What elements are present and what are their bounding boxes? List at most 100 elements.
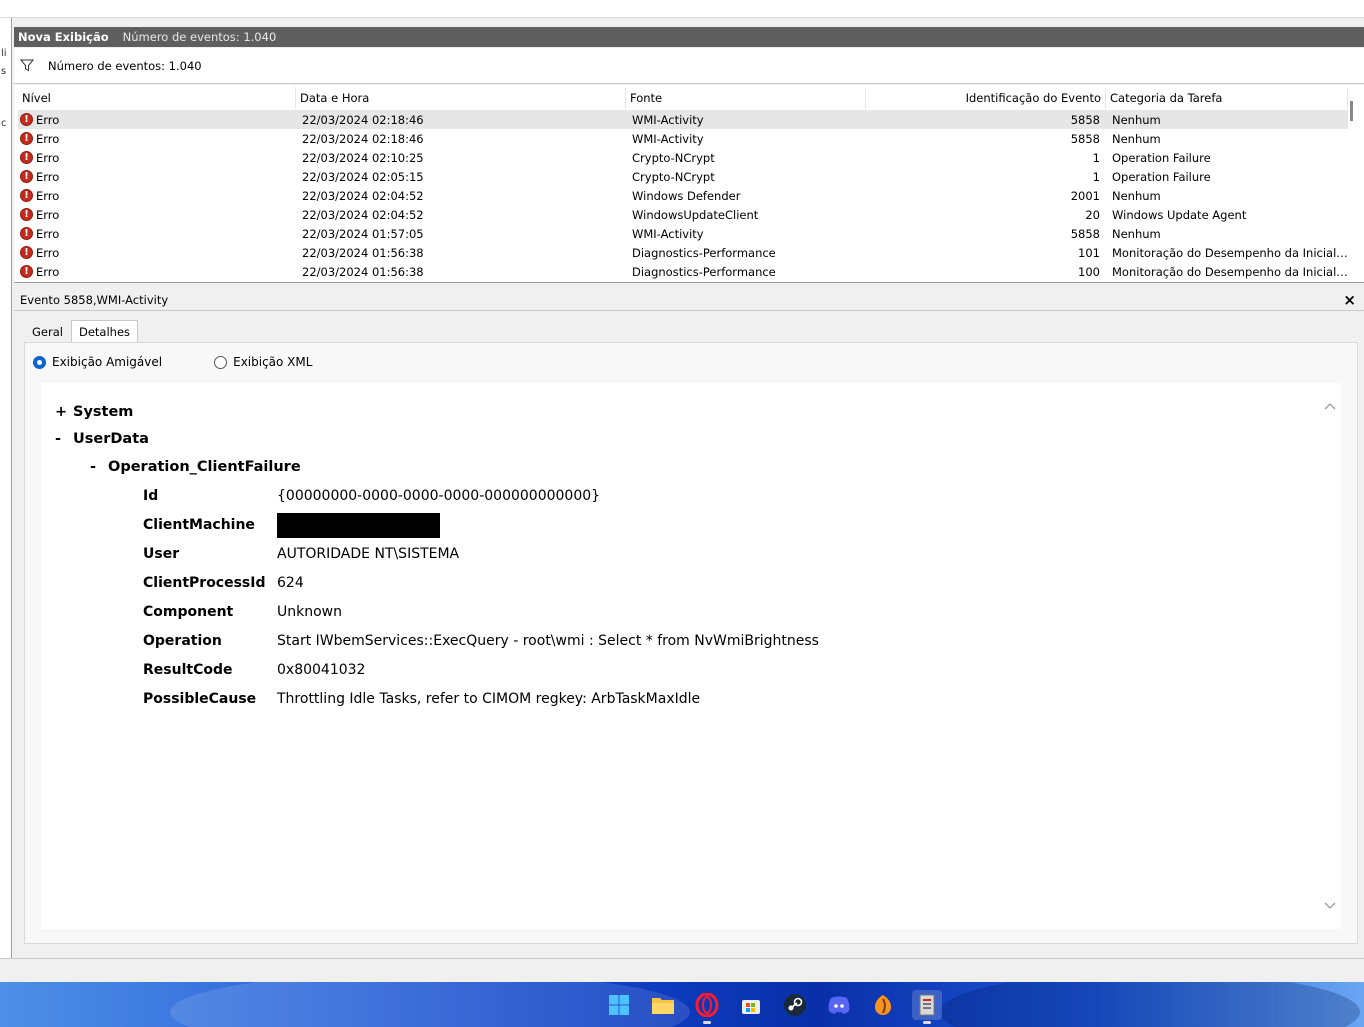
event-row[interactable]: ! Erro 22/03/2024 02:04:52 Windows Defender… xyxy=(18,186,1348,205)
top-strip xyxy=(0,0,1364,18)
event-source-text: WMI-Activity xyxy=(632,226,704,241)
tree-node-label: UserData xyxy=(73,431,149,447)
event-id: 20 xyxy=(866,208,1106,222)
event-source-text: Crypto-NCrypt xyxy=(632,150,715,165)
event-id-text: 5858 xyxy=(1070,112,1100,127)
event-category-text: Windows Update Agent xyxy=(1112,207,1247,222)
event-category: Windows Update Agent xyxy=(1106,208,1348,222)
details-panel: Exibição Amigável Exibição XML + System -… xyxy=(24,342,1358,944)
column-header-event-id[interactable]: Identificação do Evento xyxy=(866,87,1106,109)
event-source: Crypto-NCrypt xyxy=(626,151,866,165)
event-source: Diagnostics-Performance xyxy=(626,265,866,279)
event-datetime: 22/03/2024 02:04:52 xyxy=(296,189,626,203)
event-category: Nenhum xyxy=(1106,189,1348,203)
event-source: Crypto-NCrypt xyxy=(626,170,866,184)
scroll-up-icon[interactable] xyxy=(1323,401,1337,411)
event-row[interactable]: ! Erro 22/03/2024 02:18:46 WMI-Activity 5858… xyxy=(18,129,1348,148)
event-datetime: 22/03/2024 01:57:05 xyxy=(296,227,626,241)
view-title-bar: Nova Exibição Número de eventos: 1.040 xyxy=(14,27,1364,47)
event-source-text: Crypto-NCrypt xyxy=(632,169,715,184)
event-row[interactable]: ! Erro 22/03/2024 02:18:46 WMI-Activity 5858… xyxy=(18,110,1348,129)
event-datetime-text: 22/03/2024 02:18:46 xyxy=(302,131,424,146)
radio-selected-icon[interactable] xyxy=(33,355,46,369)
event-id: 5858 xyxy=(866,227,1106,241)
field-key: PossibleCause xyxy=(143,691,257,707)
event-row[interactable]: ! Erro 22/03/2024 02:10:25 Crypto-NCrypt 1 Op… xyxy=(18,148,1348,167)
event-category-text: Monitoração do Desempenho da Inicializ..… xyxy=(1112,264,1348,279)
radio-xml-view[interactable]: Exibição XML xyxy=(214,355,312,369)
field-key: User xyxy=(143,546,180,562)
event-viewer-icon[interactable] xyxy=(912,990,942,1024)
scrollbar-thumb[interactable] xyxy=(1350,101,1353,121)
event-id: 5858 xyxy=(866,132,1106,146)
event-row[interactable]: ! Erro 22/03/2024 01:56:38 Diagnostics-Perf… xyxy=(18,243,1348,262)
column-header-datetime[interactable]: Data e Hora xyxy=(296,87,626,109)
taskbar xyxy=(0,982,1364,1027)
event-category: Operation Failure xyxy=(1106,151,1348,165)
event-level-text: Erro xyxy=(36,131,60,146)
tree-node-userdata[interactable]: - UserData xyxy=(55,431,149,447)
event-category: Operation Failure xyxy=(1106,170,1348,184)
event-level: ! Erro xyxy=(18,227,296,241)
field-client-process-id: ClientProcessId 624 xyxy=(143,575,304,597)
event-datetime: 22/03/2024 02:04:52 xyxy=(296,208,626,222)
field-value-redacted xyxy=(277,513,440,539)
event-level-text: Erro xyxy=(36,207,60,222)
event-level: ! Erro xyxy=(18,132,296,146)
grid-rows: ! Erro 22/03/2024 02:18:46 WMI-Activity 5858… xyxy=(18,110,1348,281)
field-user: User AUTORIDADE NT\SISTEMA xyxy=(143,546,459,568)
event-level-text: Erro xyxy=(36,112,60,127)
grid-header: Nível Data e Hora Fonte Identificação do… xyxy=(18,87,1348,109)
grid-scrollbar[interactable] xyxy=(1346,87,1360,281)
left-edge-text: c xyxy=(1,118,7,129)
collapse-icon[interactable]: - xyxy=(55,431,73,447)
event-row[interactable]: ! Erro 22/03/2024 01:56:38 Diagnostics-Perf… xyxy=(18,262,1348,281)
field-value: {00000000-0000-0000-0000-000000000000} xyxy=(277,488,601,504)
event-datetime-text: 22/03/2024 02:04:52 xyxy=(302,188,424,203)
tree-node-operation-clientfailure[interactable]: - Operation_ClientFailure xyxy=(90,459,301,475)
fl-studio-icon[interactable] xyxy=(868,990,898,1020)
event-source: Diagnostics-Performance xyxy=(626,246,866,260)
radio-xml-label: Exibição XML xyxy=(233,355,313,369)
radio-friendly-view[interactable]: Exibição Amigável xyxy=(33,355,162,369)
event-row[interactable]: ! Erro 22/03/2024 02:05:15 Crypto-NCrypt 1 Op… xyxy=(18,167,1348,186)
scroll-down-icon[interactable] xyxy=(1323,901,1337,911)
event-id-text: 20 xyxy=(1085,207,1100,222)
event-level: ! Erro xyxy=(18,246,296,260)
discord-icon[interactable] xyxy=(824,990,854,1020)
event-id: 101 xyxy=(866,246,1106,260)
event-row[interactable]: ! Erro 22/03/2024 02:04:52 WindowsUpdateCli… xyxy=(18,205,1348,224)
event-count: Número de eventos: 1.040 xyxy=(122,30,277,44)
steam-icon[interactable] xyxy=(780,990,810,1020)
tab-geral[interactable]: Geral xyxy=(24,320,71,343)
detail-tabs: Geral Detalhes xyxy=(24,320,139,343)
event-source-text: Windows Defender xyxy=(632,188,741,203)
tab-detalhes[interactable]: Detalhes xyxy=(70,320,139,343)
event-level: ! Erro xyxy=(18,189,296,203)
filter-icon[interactable] xyxy=(20,59,34,72)
event-id-text: 1 xyxy=(1092,150,1100,165)
tree-node-system[interactable]: + System xyxy=(55,404,133,420)
detail-scrollbar[interactable] xyxy=(1323,393,1337,913)
event-category: Nenhum xyxy=(1106,113,1348,127)
event-datetime-text: 22/03/2024 02:04:52 xyxy=(302,207,424,222)
close-icon[interactable]: × xyxy=(1343,291,1356,309)
event-source: WindowsUpdateClient xyxy=(626,208,866,222)
event-category-text: Monitoração do Desempenho da Inicializ..… xyxy=(1112,245,1348,260)
column-header-level[interactable]: Nível xyxy=(18,87,296,109)
opera-icon[interactable] xyxy=(692,990,722,1024)
radio-unselected-icon[interactable] xyxy=(214,355,228,369)
file-explorer-icon[interactable] xyxy=(648,990,678,1020)
event-category: Monitoração do Desempenho da Inicializ..… xyxy=(1106,246,1348,260)
event-datetime: 22/03/2024 02:18:46 xyxy=(296,113,626,127)
event-category: Nenhum xyxy=(1106,132,1348,146)
microsoft-store-icon[interactable] xyxy=(736,990,766,1020)
field-value: Unknown xyxy=(277,604,342,620)
event-source: WMI-Activity xyxy=(626,227,866,241)
column-header-category[interactable]: Categoria da Tarefa xyxy=(1106,87,1348,109)
collapse-icon[interactable]: - xyxy=(90,459,108,475)
windows-start-icon[interactable] xyxy=(604,990,634,1020)
expand-icon[interactable]: + xyxy=(55,404,73,420)
event-row[interactable]: ! Erro 22/03/2024 01:57:05 WMI-Activity 5858… xyxy=(18,224,1348,243)
column-header-source[interactable]: Fonte xyxy=(626,87,866,109)
